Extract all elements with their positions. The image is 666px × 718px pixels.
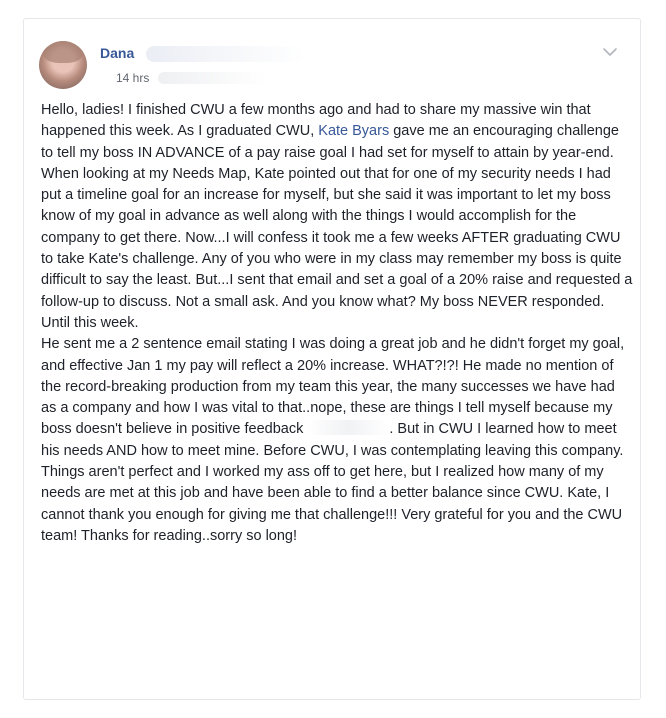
post-body: Hello, ladies! I finished CWU a few mont…	[41, 100, 633, 547]
privacy-redacted	[158, 72, 268, 84]
avatar-hair	[43, 41, 83, 63]
post-paragraph-1: Hello, ladies! I finished CWU a few mont…	[41, 100, 633, 334]
post-paragraph-2: He sent me a 2 sentence email stating I …	[41, 334, 633, 547]
post-timestamp[interactable]: 14 hrs	[116, 71, 149, 85]
author-name[interactable]: Dana	[100, 45, 134, 61]
post-text: gave me an encouraging challenge to tell…	[41, 123, 633, 331]
chevron-down-icon[interactable]	[602, 45, 618, 57]
post-card: Dana 14 hrs Hello, ladies! I finished CW…	[23, 18, 641, 700]
emoji-redacted	[307, 420, 390, 436]
mention-link[interactable]: Kate Byars	[318, 123, 389, 139]
author-name-redacted	[146, 46, 306, 62]
avatar[interactable]	[39, 41, 87, 89]
post-text: . But in CWU I learned how to meet his n…	[41, 421, 624, 544]
